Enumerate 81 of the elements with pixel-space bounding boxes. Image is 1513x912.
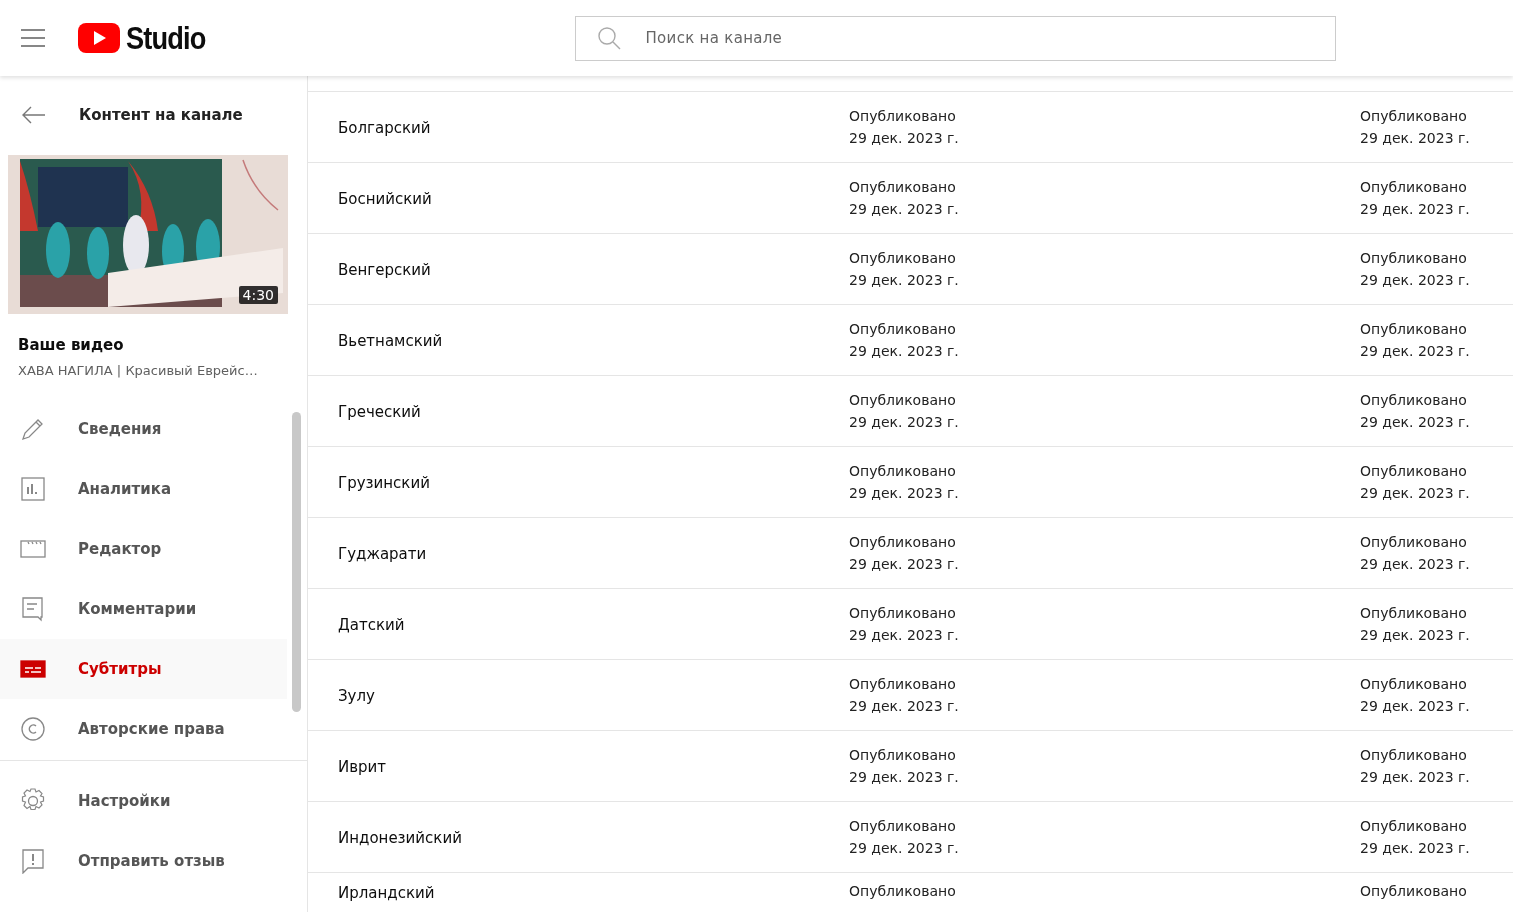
language-cell: Боснийский	[338, 189, 432, 208]
status-text: Опубликовано	[1360, 883, 1468, 899]
status-text: 29 дек. 2023 г.	[1360, 272, 1471, 288]
status-text: Опубликовано	[1360, 534, 1468, 550]
language-cell: Ирландский	[338, 884, 435, 902]
status-text: 29 дек. 2023 г.	[849, 556, 960, 572]
back-link[interactable]: Контент на канале	[79, 106, 243, 124]
video-heading: Ваше видео	[18, 336, 125, 354]
scrollbar[interactable]	[292, 412, 301, 712]
status-text: 29 дек. 2023 г.	[1360, 130, 1471, 146]
language-cell: Венгерский	[338, 260, 431, 279]
search-icon	[596, 25, 621, 50]
language-cell: Болгарский	[338, 118, 431, 137]
language-cell: Гуджарати	[338, 544, 427, 563]
status-text: 29 дек. 2023 г.	[1360, 485, 1471, 501]
bar-chart-icon	[20, 476, 46, 502]
menu-icon[interactable]	[21, 29, 45, 47]
comment-icon	[20, 596, 46, 622]
status-text: Опубликовано	[849, 676, 957, 692]
sidebar-item[interactable]: Редактор	[0, 519, 287, 579]
status-text: Опубликовано	[1360, 179, 1468, 195]
back-arrow-icon[interactable]	[22, 106, 46, 124]
status-text: 29 дек. 2023 г.	[1360, 414, 1471, 430]
feedback-icon	[20, 848, 46, 874]
status-text: Опубликовано	[849, 818, 957, 834]
status-text: 29 дек. 2023 г.	[1360, 343, 1471, 359]
sidebar-item[interactable]: Субтитры	[0, 639, 287, 699]
status-text: 29 дек. 2023 г.	[849, 840, 960, 856]
language-cell: Индонезийский	[338, 828, 462, 847]
sidebar-item[interactable]: Аналитика	[0, 459, 287, 519]
status-text: 29 дек. 2023 г.	[849, 130, 960, 146]
status-text: 29 дек. 2023 г.	[849, 627, 960, 643]
status-text: Опубликовано	[849, 179, 957, 195]
status-text: Опубликовано	[849, 108, 957, 124]
status-text: Опубликовано	[1360, 108, 1468, 124]
video-title: ХАВА НАГИЛА | Красивый Еврейс…	[18, 363, 259, 378]
play-logo-icon	[78, 23, 120, 53]
status-text: 29 дек. 2023 г.	[1360, 698, 1471, 714]
status-text: 29 дек. 2023 г.	[849, 343, 960, 359]
sidebar-item[interactable]: Комментарии	[0, 579, 287, 639]
language-cell: Иврит	[338, 757, 387, 776]
status-text: Опубликовано	[1360, 605, 1468, 621]
status-text: 29 дек. 2023 г.	[1360, 840, 1471, 856]
status-text: Опубликовано	[849, 463, 957, 479]
status-text: Опубликовано	[849, 392, 957, 408]
status-text: 29 дек. 2023 г.	[849, 414, 960, 430]
language-cell: Датский	[338, 615, 405, 634]
language-cell: Вьетнамский	[338, 331, 443, 350]
language-cell: Зулу	[338, 686, 375, 705]
sidebar-item[interactable]: Сведения	[0, 399, 287, 459]
sidebar-item[interactable]: Отправить отзыв	[0, 831, 287, 891]
status-text: 29 дек. 2023 г.	[849, 698, 960, 714]
duration-badge: 4:30	[238, 286, 278, 304]
language-cell: Грузинский	[338, 473, 430, 492]
status-text: Опубликовано	[849, 250, 957, 266]
status-text: Опубликовано	[1360, 676, 1468, 692]
sidebar-item[interactable]: Настройки	[0, 771, 287, 831]
search-field[interactable]: Поиск на канале	[574, 15, 1336, 61]
status-text: Опубликовано	[1360, 463, 1468, 479]
status-text: Опубликовано	[849, 605, 957, 621]
status-text: Опубликовано	[849, 321, 957, 337]
status-text: Опубликовано	[1360, 818, 1468, 834]
status-text: Опубликовано	[849, 534, 957, 550]
status-text: Опубликовано	[1360, 250, 1468, 266]
status-text: Опубликовано	[1360, 747, 1468, 763]
status-text: 29 дек. 2023 г.	[849, 769, 960, 785]
logo-text: Studio	[126, 19, 206, 57]
status-text: 29 дек. 2023 г.	[849, 485, 960, 501]
status-text: 29 дек. 2023 г.	[849, 201, 960, 217]
status-text: 29 дек. 2023 г.	[1360, 769, 1471, 785]
copyright-icon	[20, 716, 46, 742]
status-text: 29 дек. 2023 г.	[1360, 201, 1471, 217]
status-text: Опубликовано	[1360, 321, 1468, 337]
language-cell: Греческий	[338, 402, 421, 421]
status-text: 29 дек. 2023 г.	[1360, 556, 1471, 572]
status-text: 29 дек. 2023 г.	[849, 272, 960, 288]
status-text: Опубликовано	[849, 883, 957, 899]
sidebar-item[interactable]: Авторские права	[0, 699, 287, 759]
status-text: 29 дек. 2023 г.	[1360, 627, 1471, 643]
status-text: Опубликовано	[849, 747, 957, 763]
status-text: Опубликовано	[1360, 392, 1468, 408]
